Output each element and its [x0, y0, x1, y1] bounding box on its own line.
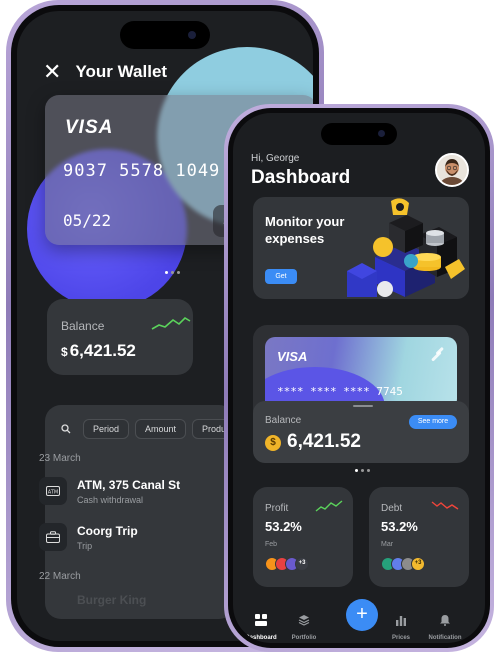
wallet-header: ✕ Your Wallet [43, 61, 167, 83]
stat-month: Feb [265, 541, 278, 548]
date-header: 22 March [39, 571, 81, 582]
debt-card[interactable]: Debt 53.2% Mar +3 [369, 487, 469, 587]
pager-dot [171, 271, 174, 274]
wallet-card-expiry: 05/22 [63, 211, 112, 230]
drag-handle[interactable] [353, 405, 373, 407]
dashboard-card-number: **** **** **** 7745 [277, 385, 403, 398]
see-more-button[interactable]: See more [409, 415, 457, 429]
wallet-balance-amount: 6,421.52 [69, 341, 136, 360]
filter-amount[interactable]: Amount [135, 419, 187, 439]
nav-portfolio[interactable]: Portfolio [279, 613, 329, 641]
dollar-coin-icon: $ [265, 435, 281, 451]
stat-label: Debt [381, 503, 403, 514]
avatar[interactable] [435, 153, 469, 187]
atm-icon: ATM [39, 477, 67, 505]
transaction-title: Coorg Trip [77, 523, 138, 538]
wallet-balance-value: $6,421.52 [61, 341, 136, 361]
card-chip-icon [431, 347, 444, 362]
bell-icon [440, 615, 450, 626]
add-button[interactable]: + [346, 599, 378, 631]
stat-value: 53.2% [381, 519, 418, 534]
dashboard-phone: Hi, George Dashboard Monitor your expens… [224, 104, 494, 652]
wallet-title: Your Wallet [75, 62, 168, 81]
dashboard-balance-label: Balance [265, 415, 302, 426]
close-icon[interactable]: ✕ [43, 61, 61, 83]
stat-value: 53.2% [265, 519, 302, 534]
stat-month: Mar [381, 541, 394, 548]
expenses-illustration-icon [347, 198, 465, 297]
pager-dot [355, 469, 358, 472]
more-coins-badge: +3 [295, 557, 309, 571]
transaction-subtitle: Trip [77, 540, 93, 551]
coin-chips: +3 [265, 557, 309, 571]
transaction-title: ATM, 375 Canal St [77, 477, 181, 492]
bar-chart-icon [396, 616, 406, 626]
dashboard-balance-value: 6,421.52 [287, 431, 361, 452]
profit-card[interactable]: Profit 53.2% Feb +3 [253, 487, 353, 587]
dashboard-screen: Hi, George Dashboard Monitor your expens… [233, 113, 485, 643]
dashboard-card-brand: VISA [277, 349, 308, 364]
greeting: Hi, George [251, 153, 300, 164]
dashboard-card-pager[interactable] [355, 469, 370, 472]
dashboard-dynamic-island [321, 123, 397, 145]
transaction-subtitle: Cash withdrawal [77, 494, 144, 505]
bottom-nav: Dashboard Portfolio + Prices Notificatio… [233, 599, 485, 643]
nav-label: Portfolio [291, 635, 317, 641]
wallet-dynamic-island [120, 21, 210, 49]
transaction-title-faded[interactable]: Burger King [77, 593, 146, 607]
transaction-item[interactable]: ATM ATM, 375 Canal St Cash withdrawal [39, 477, 180, 505]
more-coins-badge: +3 [411, 557, 425, 571]
transaction-item[interactable]: Coorg Trip Trip [39, 523, 138, 551]
nav-label: Notification [428, 635, 462, 641]
dashboard-card[interactable]: VISA **** **** **** 7745 [265, 337, 457, 409]
wallet-card-brand: VISA [65, 117, 114, 138]
nav-notification[interactable]: Notification [420, 613, 470, 641]
briefcase-icon [39, 523, 67, 551]
pager-dot [177, 271, 180, 274]
wallet-balance-label: Balance [61, 319, 105, 333]
date-header: 23 March [39, 453, 81, 464]
transaction-text: ATM, 375 Canal St Cash withdrawal [77, 478, 180, 505]
trend-up-icon [315, 500, 343, 512]
dashboard-balance-card[interactable]: Balance $ 6,421.52 See more [253, 401, 469, 463]
wallet-card-pager[interactable] [165, 271, 180, 274]
dashboard-icon [255, 614, 267, 626]
search-icon[interactable] [55, 419, 77, 439]
filter-bar: Period Amount Product [55, 419, 244, 439]
svg-text:ATM: ATM [48, 490, 58, 496]
wallet-transactions-panel: Period Amount Product [45, 405, 244, 619]
pager-dot [367, 469, 370, 472]
layers-icon [298, 615, 310, 626]
filter-period[interactable]: Period [83, 419, 130, 439]
transaction-text: Coorg Trip Trip [77, 524, 138, 551]
trend-down-icon [431, 501, 459, 510]
wallet-balance-card[interactable]: Balance $6,421.52 [47, 299, 193, 375]
pager-dot [361, 469, 364, 472]
monitor-banner[interactable]: Monitor your expenses Get [253, 197, 469, 299]
page-title: Dashboard [251, 167, 351, 188]
stat-label: Profit [265, 503, 289, 514]
trend-up-icon [151, 316, 191, 330]
currency-symbol: $ [61, 345, 68, 359]
coin-chips: +3 [381, 557, 425, 571]
get-button[interactable]: Get [265, 269, 297, 284]
dashboard-phone-bezel: Hi, George Dashboard Monitor your expens… [228, 108, 490, 648]
nav-prices[interactable]: Prices [376, 613, 426, 641]
pager-dot [165, 271, 168, 274]
nav-label: Prices [391, 635, 410, 641]
